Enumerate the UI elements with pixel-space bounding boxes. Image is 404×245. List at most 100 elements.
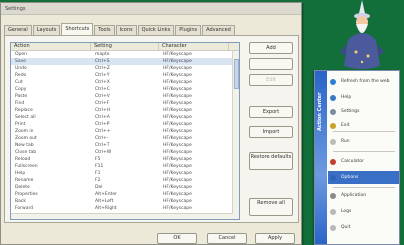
- quit-icon: [330, 224, 336, 231]
- column-header-action[interactable]: Action: [11, 43, 91, 50]
- setting-cell: Ctrl+Y: [95, 73, 110, 78]
- menu-item-label: Quit: [341, 225, 351, 230]
- tab-general[interactable]: General: [4, 25, 32, 35]
- setting-cell: Alt+Left: [95, 199, 114, 204]
- remove-all-button[interactable]: Remove all: [249, 198, 293, 216]
- table-row[interactable]: Copy Ctrl+C HF/Keyscape: [11, 86, 239, 93]
- table-row[interactable]: Properties Alt+Enter HF/Keyscape: [11, 191, 239, 198]
- tab-plugins[interactable]: Plugins: [175, 25, 202, 35]
- table-row[interactable]: Find Ctrl+F HF/Keyscape: [11, 100, 239, 107]
- character-cell: HF/Keyscape: [163, 164, 192, 169]
- dialog-titlebar[interactable]: Settings: [1, 3, 301, 15]
- setting-cell: Ctrl+C: [95, 87, 110, 92]
- character-cell: HF/Keyscape: [163, 185, 192, 190]
- setting-cell: F2: [95, 178, 101, 183]
- cancel-button[interactable]: Cancel: [207, 233, 247, 244]
- logs-icon: [330, 208, 336, 215]
- menu-item-label: Refresh from the web: [341, 79, 390, 84]
- menu-item-label: Calculator: [341, 159, 364, 164]
- tab-advanced[interactable]: Advanced: [202, 25, 235, 35]
- apply-button[interactable]: Apply: [255, 233, 295, 244]
- action-cell: Cut: [15, 80, 23, 85]
- table-row[interactable]: Help F1 HF/Keyscape: [11, 170, 239, 177]
- table-row[interactable]: Open mapto HF/Keyscape: [11, 51, 239, 58]
- setting-cell: Ctrl++: [95, 129, 111, 134]
- table-row[interactable]: Zoom in Ctrl++ HF/Keyscape: [11, 128, 239, 135]
- character-cell: HF/Keyscape: [163, 115, 192, 120]
- list-rows: Open mapto HF/Keyscape Save Ctrl+S HF/Keyscap…: [11, 51, 239, 212]
- column-header-setting[interactable]: Setting: [91, 43, 159, 50]
- action-cell: Forward: [15, 206, 34, 211]
- tab-quick-links[interactable]: Quick Links: [137, 25, 175, 35]
- table-row[interactable]: Zoom out Ctrl+- HF/Keyscape: [11, 135, 239, 142]
- tab-strip: General Layouts Shortcuts Tools Icons Qu…: [4, 23, 236, 35]
- menu-item-run[interactable]: Run: [328, 135, 399, 148]
- action-cell: Paste: [15, 94, 28, 99]
- action-cell: Zoom out: [15, 136, 37, 141]
- table-row[interactable]: Close tab Ctrl+W HF/Keyscape: [11, 149, 239, 156]
- table-row[interactable]: Print Ctrl+P HF/Keyscape: [11, 121, 239, 128]
- action-cell: Open: [15, 52, 28, 57]
- shortcut-list[interactable]: Action Setting Character Open mapto HF/Key…: [10, 42, 240, 220]
- table-row[interactable]: Forward Alt+Right HF/Keyscape: [11, 205, 239, 212]
- column-header-character[interactable]: Character: [159, 43, 229, 50]
- action-cell: Help: [15, 171, 26, 176]
- character-cell: HF/Keyscape: [163, 87, 192, 92]
- character-cell: HF/Keyscape: [163, 122, 192, 127]
- character-cell: HF/Keyscape: [163, 136, 192, 141]
- blank-button[interactable]: [249, 58, 293, 70]
- setting-cell: Ctrl+W: [95, 150, 112, 155]
- wizard-mascot-icon: [340, 0, 384, 69]
- menu-item-options[interactable]: Options: [328, 171, 399, 184]
- table-row[interactable]: Cut Ctrl+X HF/Keyscape: [11, 79, 239, 86]
- add-button[interactable]: Add: [249, 42, 293, 54]
- edit-button[interactable]: Edit: [249, 74, 293, 86]
- table-row[interactable]: Reload F5 HF/Keyscape: [11, 156, 239, 163]
- setting-cell: Alt+Enter: [95, 192, 117, 197]
- tab-shortcuts[interactable]: Shortcuts: [61, 23, 94, 35]
- menu-item-application[interactable]: Application: [328, 189, 399, 202]
- setting-cell: Ctrl+Z: [95, 66, 110, 71]
- menu-item-help[interactable]: Help: [328, 91, 399, 104]
- scrollbar-thumb[interactable]: [234, 59, 239, 89]
- table-row[interactable]: Paste Ctrl+V HF/Keyscape: [11, 93, 239, 100]
- table-row[interactable]: Rename F2 HF/Keyscape: [11, 177, 239, 184]
- tab-tools[interactable]: Tools: [94, 25, 115, 35]
- table-row[interactable]: Redo Ctrl+Y HF/Keyscape: [11, 72, 239, 79]
- menu-item-logs[interactable]: Logs: [328, 205, 399, 218]
- setting-cell: Ctrl+F: [95, 101, 110, 106]
- table-row[interactable]: New tab Ctrl+T HF/Keyscape: [11, 142, 239, 149]
- action-cell: Save: [15, 59, 27, 64]
- action-cell: Delete: [15, 185, 30, 190]
- setting-cell: Ctrl+H: [95, 108, 111, 113]
- table-row[interactable]: Replace Ctrl+H HF/Keyscape: [11, 107, 239, 114]
- table-row[interactable]: Select all Ctrl+A HF/Keyscape: [11, 114, 239, 121]
- tab-layouts[interactable]: Layouts: [32, 25, 61, 35]
- import-button[interactable]: Import: [249, 126, 293, 138]
- restore-defaults-button[interactable]: Restore defaults: [249, 152, 293, 170]
- export-button[interactable]: Export: [249, 106, 293, 118]
- setting-cell: Ctrl+T: [95, 143, 110, 148]
- menu-item-label: Settings: [341, 109, 360, 114]
- table-row[interactable]: Save Ctrl+S HF/Keyscape: [11, 58, 239, 65]
- setting-cell: Ctrl+S: [95, 59, 110, 64]
- menu-strip-label: Action Center: [317, 92, 323, 131]
- ok-button[interactable]: OK: [157, 233, 197, 244]
- settings-icon: [330, 108, 336, 115]
- vertical-scrollbar[interactable]: [232, 51, 239, 219]
- menu-item-calculator[interactable]: Calculator: [328, 155, 399, 168]
- setting-cell: F1: [95, 171, 101, 176]
- horizontal-scrollbar[interactable]: [11, 213, 233, 219]
- table-row[interactable]: Delete Del HF/Keyscape: [11, 184, 239, 191]
- table-row[interactable]: Back Alt+Left HF/Keyscape: [11, 198, 239, 205]
- table-row[interactable]: Undo Ctrl+Z HF/Keyscape: [11, 65, 239, 72]
- options-icon: [330, 174, 336, 181]
- menu-item-label: Help: [341, 95, 352, 100]
- tab-icons[interactable]: Icons: [115, 25, 137, 35]
- table-row[interactable]: Fullscreen F11 HF/Keyscape: [11, 163, 239, 170]
- setting-cell: Ctrl+A: [95, 115, 110, 120]
- menu-item-settings[interactable]: Settings: [328, 105, 399, 118]
- menu-item-refresh[interactable]: Refresh from the web: [328, 75, 399, 88]
- menu-item-quit[interactable]: Quit: [328, 221, 399, 234]
- character-cell: HF/Keyscape: [163, 192, 192, 197]
